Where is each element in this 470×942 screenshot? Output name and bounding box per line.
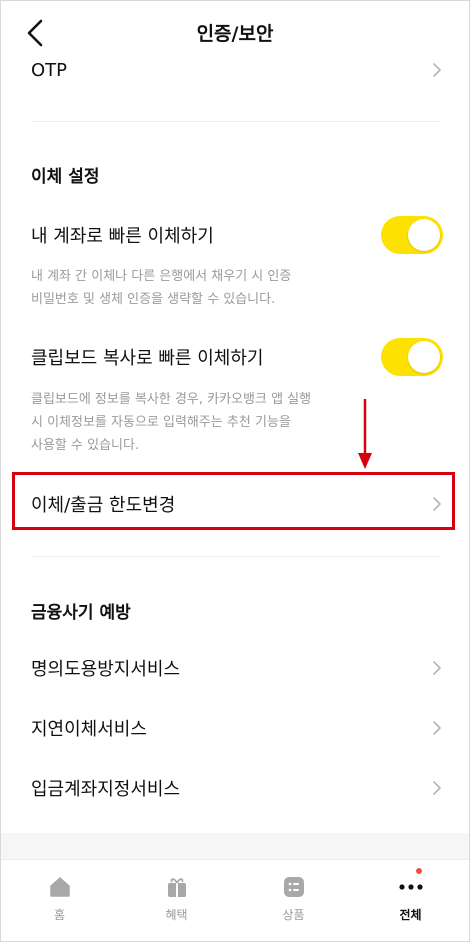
chevron-right-icon (433, 781, 441, 795)
fraud-item-delayed-transfer[interactable]: 지연이체서비스 (1, 709, 469, 747)
nav-item-benefits[interactable]: 혜택 (118, 860, 235, 941)
fraud-item-label: 명의도용방지서비스 (31, 659, 181, 680)
nav-item-home[interactable]: 홈 (1, 860, 118, 941)
notification-dot (416, 868, 422, 874)
nav-label: 홈 (53, 908, 66, 922)
fraud-item-identity-theft[interactable]: 명의도용방지서비스 (1, 649, 469, 687)
quick-own-account-description: 내 계좌 간 이체나 다른 은행에서 채우기 시 인증 비밀번호 및 생체 인증… (31, 265, 431, 311)
gift-icon (164, 874, 190, 900)
quick-own-account-row: 내 계좌로 빠른 이체하기 (1, 215, 469, 255)
divider (31, 556, 441, 557)
bottom-navigation: 홈 혜택 상품 전체 (1, 859, 469, 941)
otp-label: OTP (31, 59, 68, 81)
toggle-knob (408, 341, 440, 373)
quick-own-account-toggle[interactable] (381, 216, 443, 254)
description-line: 비밀번호 및 생체 인증을 생략할 수 있습니다. (31, 292, 276, 307)
fraud-item-label: 지연이체서비스 (31, 719, 147, 740)
home-icon (47, 874, 73, 900)
clipboard-quick-toggle[interactable] (381, 338, 443, 376)
section-title-fraud-prevention: 금융사기 예방 (31, 603, 131, 623)
description-line: 내 계좌 간 이체나 다른 은행에서 채우기 시 인증 (31, 269, 292, 284)
section-title-transfer-settings: 이체 설정 (31, 167, 100, 187)
quick-own-account-label: 내 계좌로 빠른 이체하기 (31, 226, 214, 247)
products-icon (281, 874, 307, 900)
more-dots-icon (398, 874, 424, 900)
fraud-item-label: 입금계좌지정서비스 (31, 779, 181, 800)
nav-label: 전체 (399, 908, 422, 922)
screen: 인증/보안 OTP 이체 설정 내 계좌로 빠른 이체하기 내 계좌 간 이체나… (0, 0, 470, 942)
page-title: 인증/보안 (196, 23, 274, 45)
clipboard-quick-row: 클립보드 복사로 빠른 이체하기 (1, 337, 469, 377)
clipboard-quick-label: 클립보드 복사로 빠른 이체하기 (31, 348, 264, 369)
annotation-arrow-icon (358, 399, 372, 469)
fraud-item-designated-account[interactable]: 입금계좌지정서비스 (1, 769, 469, 807)
nav-label: 상품 (282, 908, 305, 922)
nav-item-all[interactable]: 전체 (352, 860, 469, 941)
highlight-box (12, 472, 455, 530)
toggle-knob (408, 219, 440, 251)
chevron-right-icon (433, 661, 441, 675)
nav-label: 혜택 (165, 908, 188, 922)
nav-item-products[interactable]: 상품 (235, 860, 352, 941)
chevron-right-icon (433, 721, 441, 735)
chevron-right-icon (433, 63, 441, 77)
otp-row[interactable]: OTP (1, 51, 469, 89)
divider (31, 121, 441, 122)
